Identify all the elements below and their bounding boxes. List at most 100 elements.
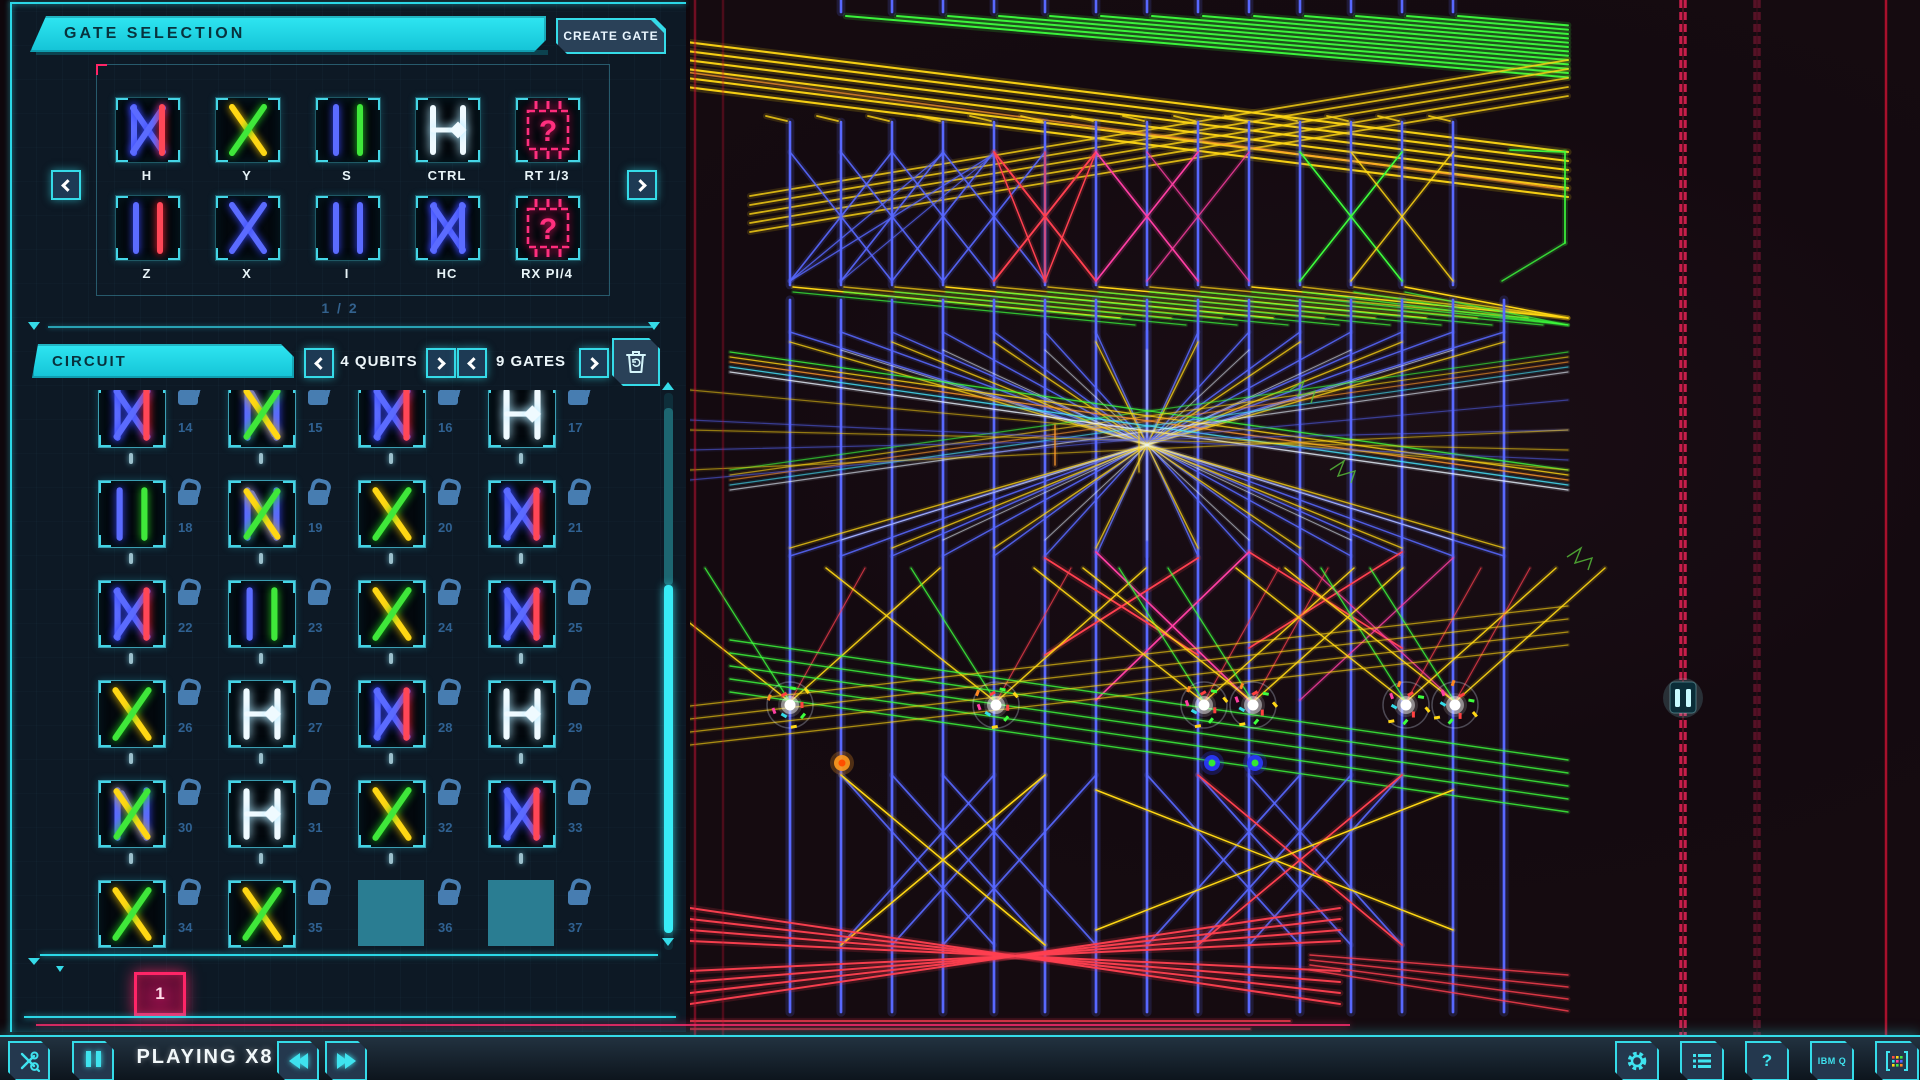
- placed-gate-tile[interactable]: [228, 480, 296, 548]
- ibm-q-button[interactable]: IBM Q: [1810, 1041, 1854, 1080]
- unlocked-padlock-icon[interactable]: [308, 790, 328, 805]
- palette-gate-HC[interactable]: [415, 195, 481, 261]
- placed-gate-tile[interactable]: [358, 480, 426, 548]
- palette-gate-S[interactable]: [315, 97, 381, 163]
- unlocked-padlock-icon[interactable]: [568, 790, 588, 805]
- placed-gate-tile[interactable]: [98, 480, 166, 548]
- empty-gate-slot[interactable]: [358, 880, 424, 946]
- palette-gate-CTRL[interactable]: [415, 97, 481, 163]
- scroll-down-icon[interactable]: [662, 938, 674, 946]
- unlocked-padlock-icon[interactable]: [568, 390, 588, 405]
- circuit-slot-33[interactable]: 33: [488, 780, 598, 876]
- rewind-button[interactable]: [277, 1041, 319, 1080]
- placed-gate-tile[interactable]: [358, 780, 426, 848]
- palette-gate-X[interactable]: [215, 195, 281, 261]
- placed-gate-tile[interactable]: [228, 880, 296, 948]
- unlocked-padlock-icon[interactable]: [568, 490, 588, 505]
- circuit-slot-26[interactable]: 26: [98, 680, 208, 776]
- placed-gate-tile[interactable]: [488, 390, 556, 448]
- create-gate-button[interactable]: CREATE GATE: [556, 18, 666, 54]
- placed-gate-tile[interactable]: [488, 680, 556, 748]
- sandbox-tools-button[interactable]: [8, 1041, 50, 1080]
- placed-gate-tile[interactable]: [98, 780, 166, 848]
- circuit-slot-28[interactable]: 28: [358, 680, 468, 776]
- circuit-slot-15[interactable]: 15: [228, 390, 338, 476]
- unlocked-padlock-icon[interactable]: [178, 590, 198, 605]
- unlocked-padlock-icon[interactable]: [308, 690, 328, 705]
- unlocked-padlock-icon[interactable]: [438, 490, 458, 505]
- circuit-slot-25[interactable]: 25: [488, 580, 598, 676]
- circuit-slot-21[interactable]: 21: [488, 480, 598, 576]
- placed-gate-tile[interactable]: [98, 580, 166, 648]
- placed-gate-tile[interactable]: [228, 390, 296, 448]
- circuit-slot-24[interactable]: 24: [358, 580, 468, 676]
- gates-increase-button[interactable]: [579, 348, 609, 378]
- palette-gate-Y[interactable]: [215, 97, 281, 163]
- placed-gate-tile[interactable]: [358, 680, 426, 748]
- circuit-slot-18[interactable]: 18: [98, 480, 208, 576]
- unlocked-padlock-icon[interactable]: [438, 390, 458, 405]
- circuit-slot-31[interactable]: 31: [228, 780, 338, 876]
- circuit-slot-19[interactable]: 19: [228, 480, 338, 576]
- qubits-decrease-button[interactable]: [304, 348, 334, 378]
- unlocked-padlock-icon[interactable]: [438, 890, 458, 905]
- placed-gate-tile[interactable]: [228, 680, 296, 748]
- circuit-slot-27[interactable]: 27: [228, 680, 338, 776]
- fast-forward-button[interactable]: [325, 1041, 367, 1080]
- unlocked-padlock-icon[interactable]: [568, 690, 588, 705]
- placed-gate-tile[interactable]: [358, 390, 426, 448]
- gates-decrease-button[interactable]: [457, 348, 487, 378]
- circuit-slot-29[interactable]: 29: [488, 680, 598, 776]
- unlocked-padlock-icon[interactable]: [568, 890, 588, 905]
- empty-gate-slot[interactable]: [488, 880, 554, 946]
- pause-button[interactable]: [72, 1041, 114, 1080]
- unlocked-padlock-icon[interactable]: [568, 590, 588, 605]
- circuit-slot-34[interactable]: 34: [98, 880, 208, 957]
- unlocked-padlock-icon[interactable]: [308, 490, 328, 505]
- settings-button[interactable]: [1615, 1041, 1659, 1080]
- palette-next-button[interactable]: [627, 170, 657, 200]
- unlocked-padlock-icon[interactable]: [178, 790, 198, 805]
- circuit-slot-23[interactable]: 23: [228, 580, 338, 676]
- unlocked-padlock-icon[interactable]: [178, 390, 198, 405]
- placed-gate-tile[interactable]: [488, 780, 556, 848]
- circuit-slot-20[interactable]: 20: [358, 480, 468, 576]
- placed-gate-tile[interactable]: [98, 880, 166, 948]
- circuit-slot-14[interactable]: 14: [98, 390, 208, 476]
- help-button[interactable]: ?: [1745, 1041, 1789, 1080]
- palette-gate-H[interactable]: [115, 97, 181, 163]
- circuit-slot-32[interactable]: 32: [358, 780, 468, 876]
- palette-gate-RX PI/4[interactable]: ?: [515, 195, 581, 261]
- unlocked-padlock-icon[interactable]: [178, 490, 198, 505]
- unlocked-padlock-icon[interactable]: [438, 690, 458, 705]
- unlocked-padlock-icon[interactable]: [438, 790, 458, 805]
- circuit-slot-17[interactable]: 17: [488, 390, 598, 476]
- placed-gate-tile[interactable]: [228, 580, 296, 648]
- circuit-slot-22[interactable]: 22: [98, 580, 208, 676]
- unlocked-padlock-icon[interactable]: [308, 390, 328, 405]
- clear-circuit-button[interactable]: [612, 338, 660, 386]
- scroll-up-icon[interactable]: [662, 382, 674, 390]
- placed-gate-tile[interactable]: [488, 580, 556, 648]
- circuit-tab-1[interactable]: 1: [134, 972, 186, 1016]
- unlocked-padlock-icon[interactable]: [308, 590, 328, 605]
- unlocked-padlock-icon[interactable]: [308, 890, 328, 905]
- unlocked-padlock-icon[interactable]: [178, 690, 198, 705]
- palette-gate-Z[interactable]: [115, 195, 181, 261]
- palette-gate-I[interactable]: [315, 195, 381, 261]
- circuit-slot-35[interactable]: 35: [228, 880, 338, 957]
- placed-gate-tile[interactable]: [228, 780, 296, 848]
- unlocked-padlock-icon[interactable]: [178, 890, 198, 905]
- qubits-increase-button[interactable]: [426, 348, 456, 378]
- circuit-slot-37[interactable]: 37: [488, 880, 598, 957]
- placed-gate-tile[interactable]: [358, 580, 426, 648]
- placed-gate-tile[interactable]: [98, 390, 166, 448]
- circuit-scrollbar-thumb[interactable]: [664, 585, 673, 933]
- matrix-view-button[interactable]: [1875, 1041, 1919, 1080]
- circuit-slot-30[interactable]: 30: [98, 780, 208, 876]
- palette-gate-RT 1/3[interactable]: ?: [515, 97, 581, 163]
- circuit-slot-36[interactable]: 36: [358, 880, 468, 957]
- objectives-list-button[interactable]: [1680, 1041, 1724, 1080]
- palette-prev-button[interactable]: [51, 170, 81, 200]
- placed-gate-tile[interactable]: [98, 680, 166, 748]
